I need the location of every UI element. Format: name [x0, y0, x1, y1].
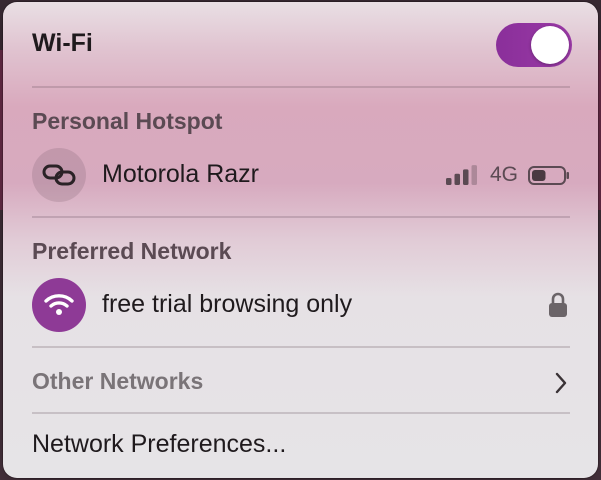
link-icon	[32, 148, 86, 202]
network-name: free trial browsing only	[102, 290, 353, 318]
divider	[32, 412, 570, 414]
signal-bar	[471, 165, 477, 185]
network-row-free-trial-browsing-only[interactable]: free trial browsing only	[32, 278, 570, 332]
divider	[32, 86, 570, 88]
lock-icon	[548, 292, 568, 318]
battery-icon	[528, 166, 570, 185]
chevron-right-icon	[554, 372, 568, 394]
network-preferences-item[interactable]: Network Preferences...	[32, 430, 286, 459]
other-networks-row[interactable]: Other Networks	[32, 364, 570, 400]
signal-bar	[463, 169, 469, 185]
other-networks-label: Other Networks	[32, 368, 204, 394]
wifi-menu-panel: Wi-Fi Personal Hotspot Motorola Razr 4G …	[3, 2, 598, 478]
divider	[32, 216, 570, 218]
hotspot-name: Motorola Razr	[102, 160, 259, 188]
wifi-title: Wi-Fi	[32, 29, 93, 57]
divider	[32, 346, 570, 348]
hotspot-row-motorola-razr[interactable]: Motorola Razr 4G	[32, 148, 570, 202]
section-header-preferred-network: Preferred Network	[32, 238, 232, 264]
section-header-personal-hotspot: Personal Hotspot	[32, 108, 223, 134]
wifi-toggle[interactable]	[496, 23, 572, 67]
signal-bar	[454, 173, 460, 185]
cellular-signal-icon	[445, 165, 479, 185]
signal-bar	[446, 178, 452, 185]
cellular-type-label: 4G	[489, 163, 518, 186]
wifi-icon	[32, 278, 86, 332]
toggle-knob	[531, 26, 569, 64]
